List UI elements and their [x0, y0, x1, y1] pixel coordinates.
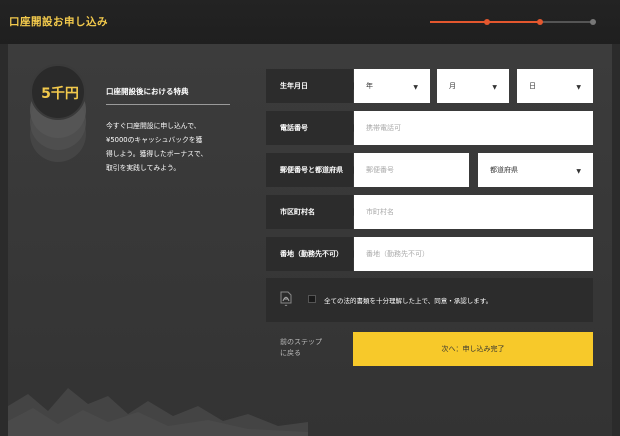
prefecture-value: 都道府県 — [490, 166, 518, 174]
bonus-line: 取引を実践してみよう。 — [106, 164, 181, 172]
coin-top: 5千円 — [30, 64, 86, 120]
bonus-line: 得しよう。獲得したボーナスで、 — [106, 150, 208, 158]
form-panel: 5千円 口座開設後における特典 今すぐ口座開設に申し込んで、 ¥5000のキャッ… — [8, 44, 612, 436]
consent-text: 全ての法的書類を十分理解した上で、同意・承認します。 — [324, 297, 493, 305]
coin-label: 5千円 — [41, 86, 79, 102]
birth-year-value: 年 — [366, 82, 373, 90]
progress-step-3 — [590, 19, 596, 25]
back-button[interactable]: 前のステップ に戻る — [280, 337, 350, 359]
birth-year-select[interactable]: 年 ▼ — [354, 69, 430, 103]
header-bar: 口座開設お申し込み — [0, 0, 620, 44]
postal-code-input[interactable]: 郵便番号 — [354, 153, 469, 187]
progress-steps — [430, 19, 596, 25]
chevron-down-icon: ▼ — [413, 84, 418, 91]
postal-label: 郵便番号と都道府県 — [266, 153, 358, 187]
birth-day-select[interactable]: 日 ▼ — [517, 69, 593, 103]
progress-step-2 — [537, 19, 543, 25]
birth-month-value: 月 — [449, 82, 456, 90]
birthdate-label: 生年月日 — [266, 69, 358, 103]
mountains-decoration — [8, 388, 308, 436]
pdf-icon[interactable] — [280, 290, 292, 306]
phone-label: 電話番号 — [266, 111, 358, 145]
chevron-down-icon: ▼ — [492, 84, 497, 91]
coin-stack-icon: 5千円 — [30, 64, 90, 174]
bonus-line: ¥5000のキャッシュバックを獲 — [106, 136, 203, 144]
city-label: 市区町村名 — [266, 195, 358, 229]
prefecture-select[interactable]: 都道府県 ▼ — [478, 153, 593, 187]
back-label-line: 前のステップ — [280, 338, 322, 346]
consent-row: 全ての法的書類を十分理解した上で、同意・承認します。 — [266, 278, 593, 322]
chevron-down-icon: ▼ — [576, 84, 581, 91]
address-label: 番地（勤務先不可） — [266, 237, 358, 271]
birth-day-value: 日 — [529, 82, 536, 90]
bonus-description: 今すぐ口座開設に申し込んで、 ¥5000のキャッシュバックを獲 得しよう。獲得し… — [106, 119, 238, 175]
progress-step-1 — [484, 19, 490, 25]
back-label-line: に戻る — [280, 349, 301, 357]
address-input[interactable]: 番地（勤務先不可） — [354, 237, 593, 271]
chevron-down-icon: ▼ — [576, 168, 581, 175]
birth-month-select[interactable]: 月 ▼ — [437, 69, 509, 103]
bonus-divider — [106, 104, 230, 105]
next-button[interactable]: 次へ：申し込み完了 — [353, 332, 593, 366]
bonus-line: 今すぐ口座開設に申し込んで、 — [106, 122, 201, 130]
phone-input[interactable]: 携帯電話可 — [354, 111, 593, 145]
consent-checkbox[interactable] — [308, 295, 316, 303]
bonus-title: 口座開設後における特典 — [106, 87, 189, 96]
city-input[interactable]: 市町村名 — [354, 195, 593, 229]
progress-line-todo — [540, 21, 594, 23]
page-title: 口座開設お申し込み — [9, 16, 108, 28]
